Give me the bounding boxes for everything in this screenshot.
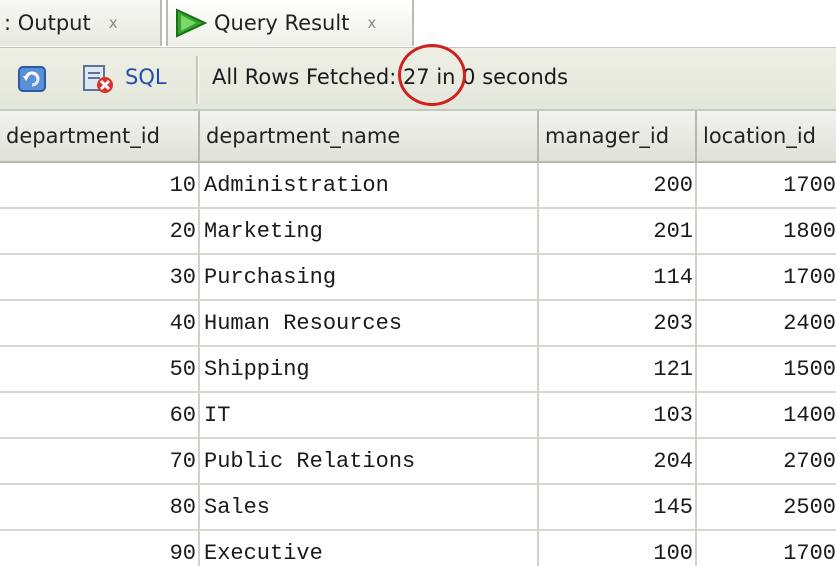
- table-row[interactable]: 70 Public Relations 204 2700: [0, 439, 836, 485]
- cell-location-id[interactable]: 1700: [697, 255, 836, 301]
- table-row[interactable]: 10 Administration 200 1700: [0, 163, 836, 209]
- table-row[interactable]: 40 Human Resources 203 2400: [0, 301, 836, 347]
- cell-manager-id[interactable]: 103: [539, 393, 697, 439]
- column-header-department-name[interactable]: department_name: [200, 111, 539, 163]
- table-row[interactable]: 80 Sales 145 2500: [0, 485, 836, 531]
- cell-department-name[interactable]: Shipping: [200, 347, 539, 393]
- cell-department-name[interactable]: Marketing: [200, 209, 539, 255]
- cell-location-id[interactable]: 1800: [697, 209, 836, 255]
- cell-department-id[interactable]: 70: [0, 439, 200, 485]
- cell-department-name[interactable]: IT: [200, 393, 539, 439]
- cell-manager-id[interactable]: 201: [539, 209, 697, 255]
- cell-department-id[interactable]: 60: [0, 393, 200, 439]
- cell-manager-id[interactable]: 145: [539, 485, 697, 531]
- cell-department-name[interactable]: Public Relations: [200, 439, 539, 485]
- tab-label: Query Result: [214, 11, 350, 35]
- cell-location-id[interactable]: 1400: [697, 393, 836, 439]
- table-row[interactable]: 60 IT 103 1400: [0, 393, 836, 439]
- cell-location-id[interactable]: 2700: [697, 439, 836, 485]
- tab-label: : Output: [4, 11, 91, 35]
- column-header-department-id[interactable]: department_id: [0, 111, 200, 163]
- cell-manager-id[interactable]: 200: [539, 163, 697, 209]
- cell-department-id[interactable]: 80: [0, 485, 200, 531]
- table-row[interactable]: 90 Executive 100 1700: [0, 531, 836, 566]
- column-header-manager-id[interactable]: manager_id: [539, 111, 697, 163]
- toolbar-divider: [196, 56, 199, 104]
- table-row[interactable]: 50 Shipping 121 1500: [0, 347, 836, 393]
- cell-department-id[interactable]: 50: [0, 347, 200, 393]
- fetch-status-text: All Rows Fetched: 27 in 0 seconds: [212, 65, 569, 89]
- table-row[interactable]: 20 Marketing 201 1800: [0, 209, 836, 255]
- play-icon: [176, 8, 208, 38]
- tab-query-result[interactable]: Query Result x: [166, 0, 414, 46]
- cell-location-id[interactable]: 2500: [697, 485, 836, 531]
- cell-department-id[interactable]: 20: [0, 209, 200, 255]
- cell-department-name[interactable]: Executive: [200, 531, 539, 566]
- close-icon[interactable]: x: [109, 14, 118, 32]
- cell-location-id[interactable]: 1700: [697, 163, 836, 209]
- cell-manager-id[interactable]: 121: [539, 347, 697, 393]
- tab-script-output[interactable]: : Output x: [0, 0, 162, 46]
- cell-department-id[interactable]: 40: [0, 301, 200, 347]
- cell-manager-id[interactable]: 100: [539, 531, 697, 566]
- cell-manager-id[interactable]: 204: [539, 439, 697, 485]
- cell-department-id[interactable]: 10: [0, 163, 200, 209]
- refresh-icon[interactable]: [15, 63, 49, 95]
- cell-location-id[interactable]: 1500: [697, 347, 836, 393]
- cell-location-id[interactable]: 1700: [697, 531, 836, 566]
- cell-department-id[interactable]: 90: [0, 531, 200, 566]
- cell-department-name[interactable]: Sales: [200, 485, 539, 531]
- cell-manager-id[interactable]: 114: [539, 255, 697, 301]
- cell-department-name[interactable]: Human Resources: [200, 301, 539, 347]
- table-row[interactable]: 30 Purchasing 114 1700: [0, 255, 836, 301]
- sql-button[interactable]: SQL: [125, 65, 167, 89]
- cell-department-name[interactable]: Administration: [200, 163, 539, 209]
- close-icon[interactable]: x: [367, 14, 376, 32]
- cell-department-id[interactable]: 30: [0, 255, 200, 301]
- annotation-circle: [398, 44, 466, 106]
- tab-bar: : Output x Query Result x: [0, 0, 836, 47]
- cell-manager-id[interactable]: 203: [539, 301, 697, 347]
- cell-location-id[interactable]: 2400: [697, 301, 836, 347]
- cell-department-name[interactable]: Purchasing: [200, 255, 539, 301]
- column-header-location-id[interactable]: location_id: [697, 111, 836, 163]
- clear-results-icon[interactable]: [81, 63, 115, 95]
